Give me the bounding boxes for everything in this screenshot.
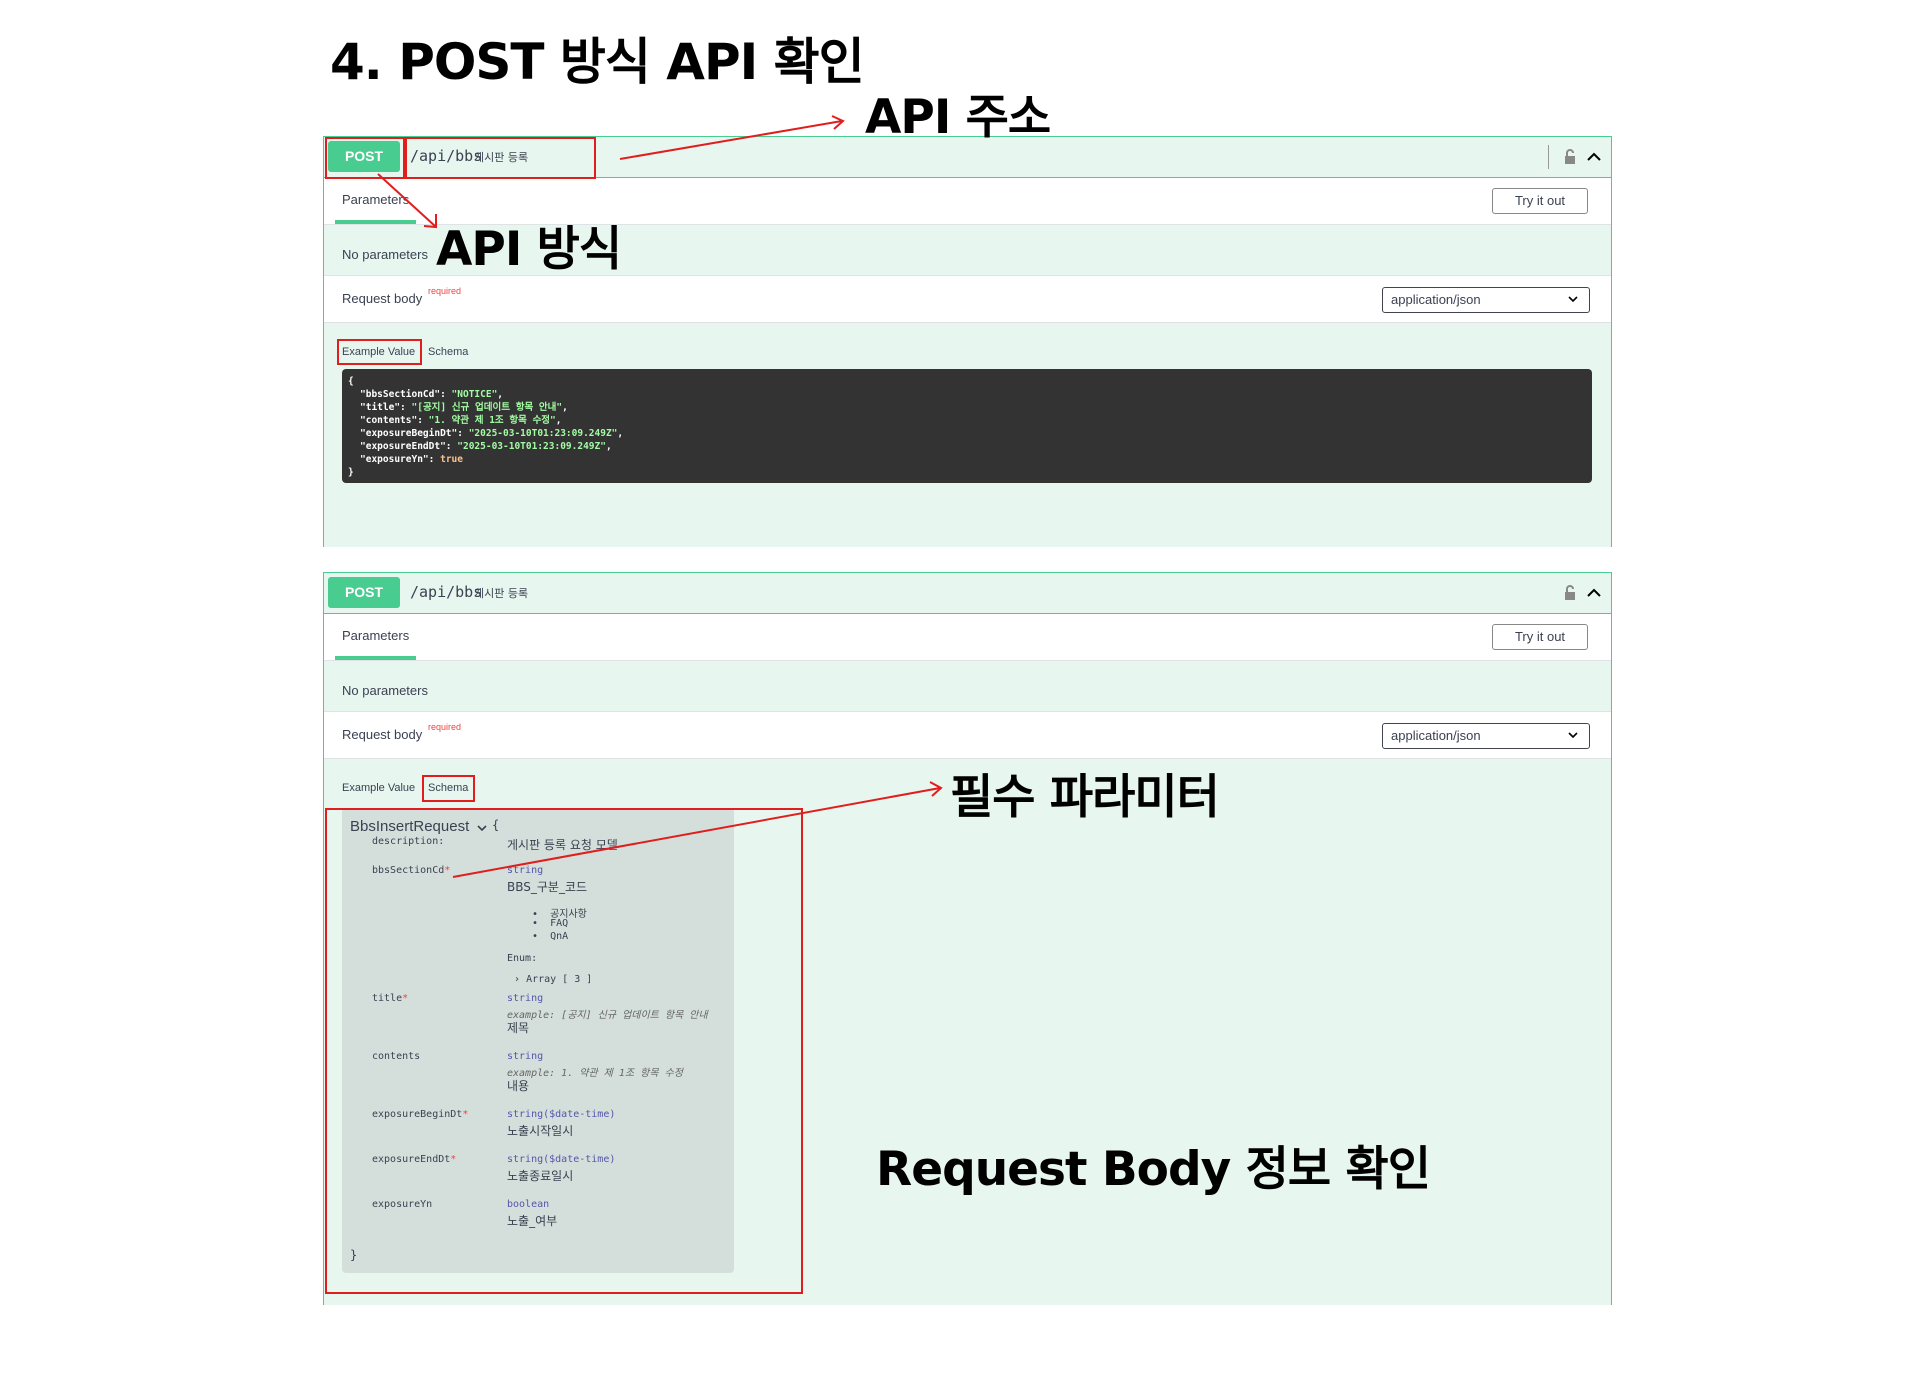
arrow-to-required-params (452, 787, 941, 878)
callout-api-address: API 주소 (865, 90, 1051, 145)
arrow-to-api-method (377, 173, 436, 227)
arrow-to-api-address (619, 120, 843, 160)
callout-required-params: 필수 파라미터 (950, 770, 1220, 825)
callout-request-body-info: Request Body 정보 확인 (876, 1142, 1431, 1197)
callout-api-method: API 방식 (436, 222, 622, 277)
